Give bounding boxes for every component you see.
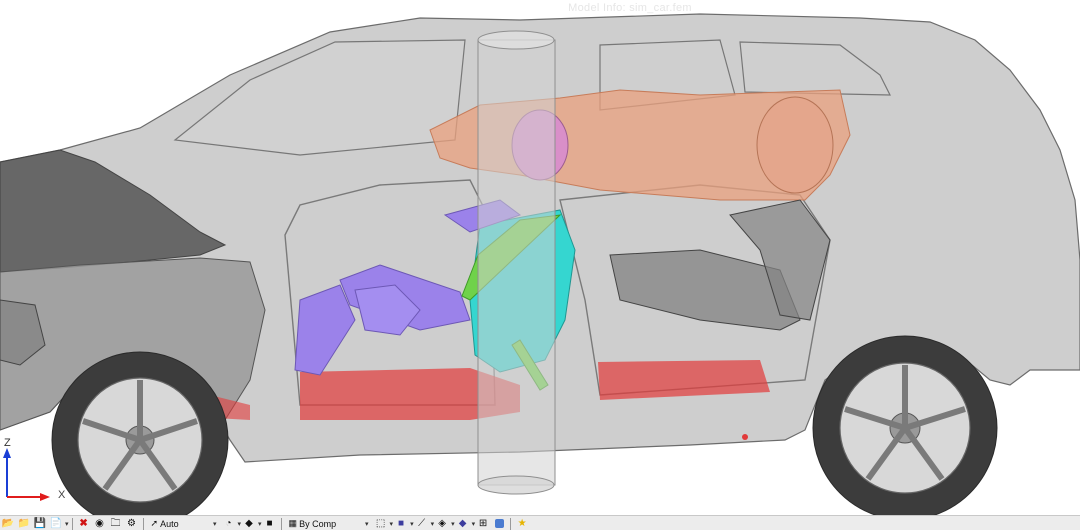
solid-display-icon[interactable]: ■	[394, 517, 408, 530]
pole-top	[477, 30, 555, 50]
delete-icon[interactable]: ✖	[77, 517, 91, 530]
wireframe-icon[interactable]: ⬚	[374, 517, 388, 530]
folder-icon[interactable]: 🗀	[109, 517, 123, 530]
color-swatch-icon[interactable]	[492, 517, 506, 530]
open-file-icon[interactable]: 📂	[1, 517, 15, 530]
color-by-selector[interactable]: ▦ By Comp ▾	[287, 518, 371, 530]
chevron-down-icon: ▾	[365, 520, 369, 528]
rear-wheel	[812, 335, 998, 515]
shaded-dropdown[interactable]: ▾	[238, 520, 242, 528]
entity-selector-auto[interactable]: ➚ Auto ▾	[149, 518, 219, 530]
model-scene	[0, 13, 1080, 515]
save-icon[interactable]: 💾	[33, 517, 47, 530]
floor-marker	[742, 434, 748, 440]
mask-icon[interactable]: ◉	[93, 517, 107, 530]
2d-element-icon[interactable]: ◈	[435, 517, 449, 530]
toolbar-separator	[71, 517, 73, 530]
1d-element-icon[interactable]: ⟋	[415, 517, 429, 530]
axis-x-label: X	[58, 489, 66, 501]
axis-z-label: Z	[4, 437, 11, 449]
wireframe-dropdown[interactable]: ▾	[390, 520, 394, 528]
axis-triad	[3, 448, 50, 501]
toolbar-separator	[280, 517, 282, 530]
selector-auto-value: Auto	[160, 518, 179, 529]
toolbar-separator	[142, 517, 144, 530]
element-display-icon[interactable]: ◆	[242, 517, 256, 530]
hypermesh-window: Model Info: sim_car.fem Z X 📂 📁 💾 📄 ▾ ✖ …	[0, 0, 1080, 530]
selector-icon: ➚	[150, 518, 159, 528]
shaded-mode-icon[interactable]: ◔	[222, 517, 236, 530]
pole-impactor	[477, 39, 556, 486]
mesh-display-icon[interactable]: ⊞	[476, 517, 490, 530]
cube-icon[interactable]: ■	[263, 517, 277, 530]
3d-element-icon[interactable]: ◆	[456, 517, 470, 530]
visualization-toolbar: 📂 📁 💾 📄 ▾ ✖ ◉ 🗀 ⚙ ➚ Auto ▾ ◔ ▾ ◆ ▾ ■ ▦ B…	[0, 515, 1080, 530]
2d-element-dropdown[interactable]: ▾	[451, 520, 455, 528]
favorite-star-icon[interactable]: ★	[515, 517, 529, 530]
pole-bottom	[477, 475, 555, 495]
element-display-dropdown[interactable]: ▾	[258, 520, 262, 528]
3d-element-dropdown[interactable]: ▾	[472, 520, 476, 528]
model-info-label: Model Info: sim_car.fem	[568, 2, 692, 14]
color-by-value: By Comp	[299, 518, 337, 529]
export-dropdown[interactable]: ▾	[65, 520, 69, 528]
model-tree-icon[interactable]: ⚙	[125, 517, 139, 530]
1d-element-dropdown[interactable]: ▾	[431, 520, 435, 528]
toolbar-separator	[510, 517, 512, 530]
chevron-down-icon: ▾	[213, 520, 217, 528]
import-icon[interactable]: 📁	[17, 517, 31, 530]
solid-dropdown[interactable]: ▾	[410, 520, 414, 528]
export-icon[interactable]: 📄	[49, 517, 63, 530]
graphics-viewport[interactable]: Model Info: sim_car.fem Z X	[0, 0, 1080, 515]
airbag-bulge	[756, 96, 834, 194]
color-mode-icon: ▦	[288, 518, 298, 528]
